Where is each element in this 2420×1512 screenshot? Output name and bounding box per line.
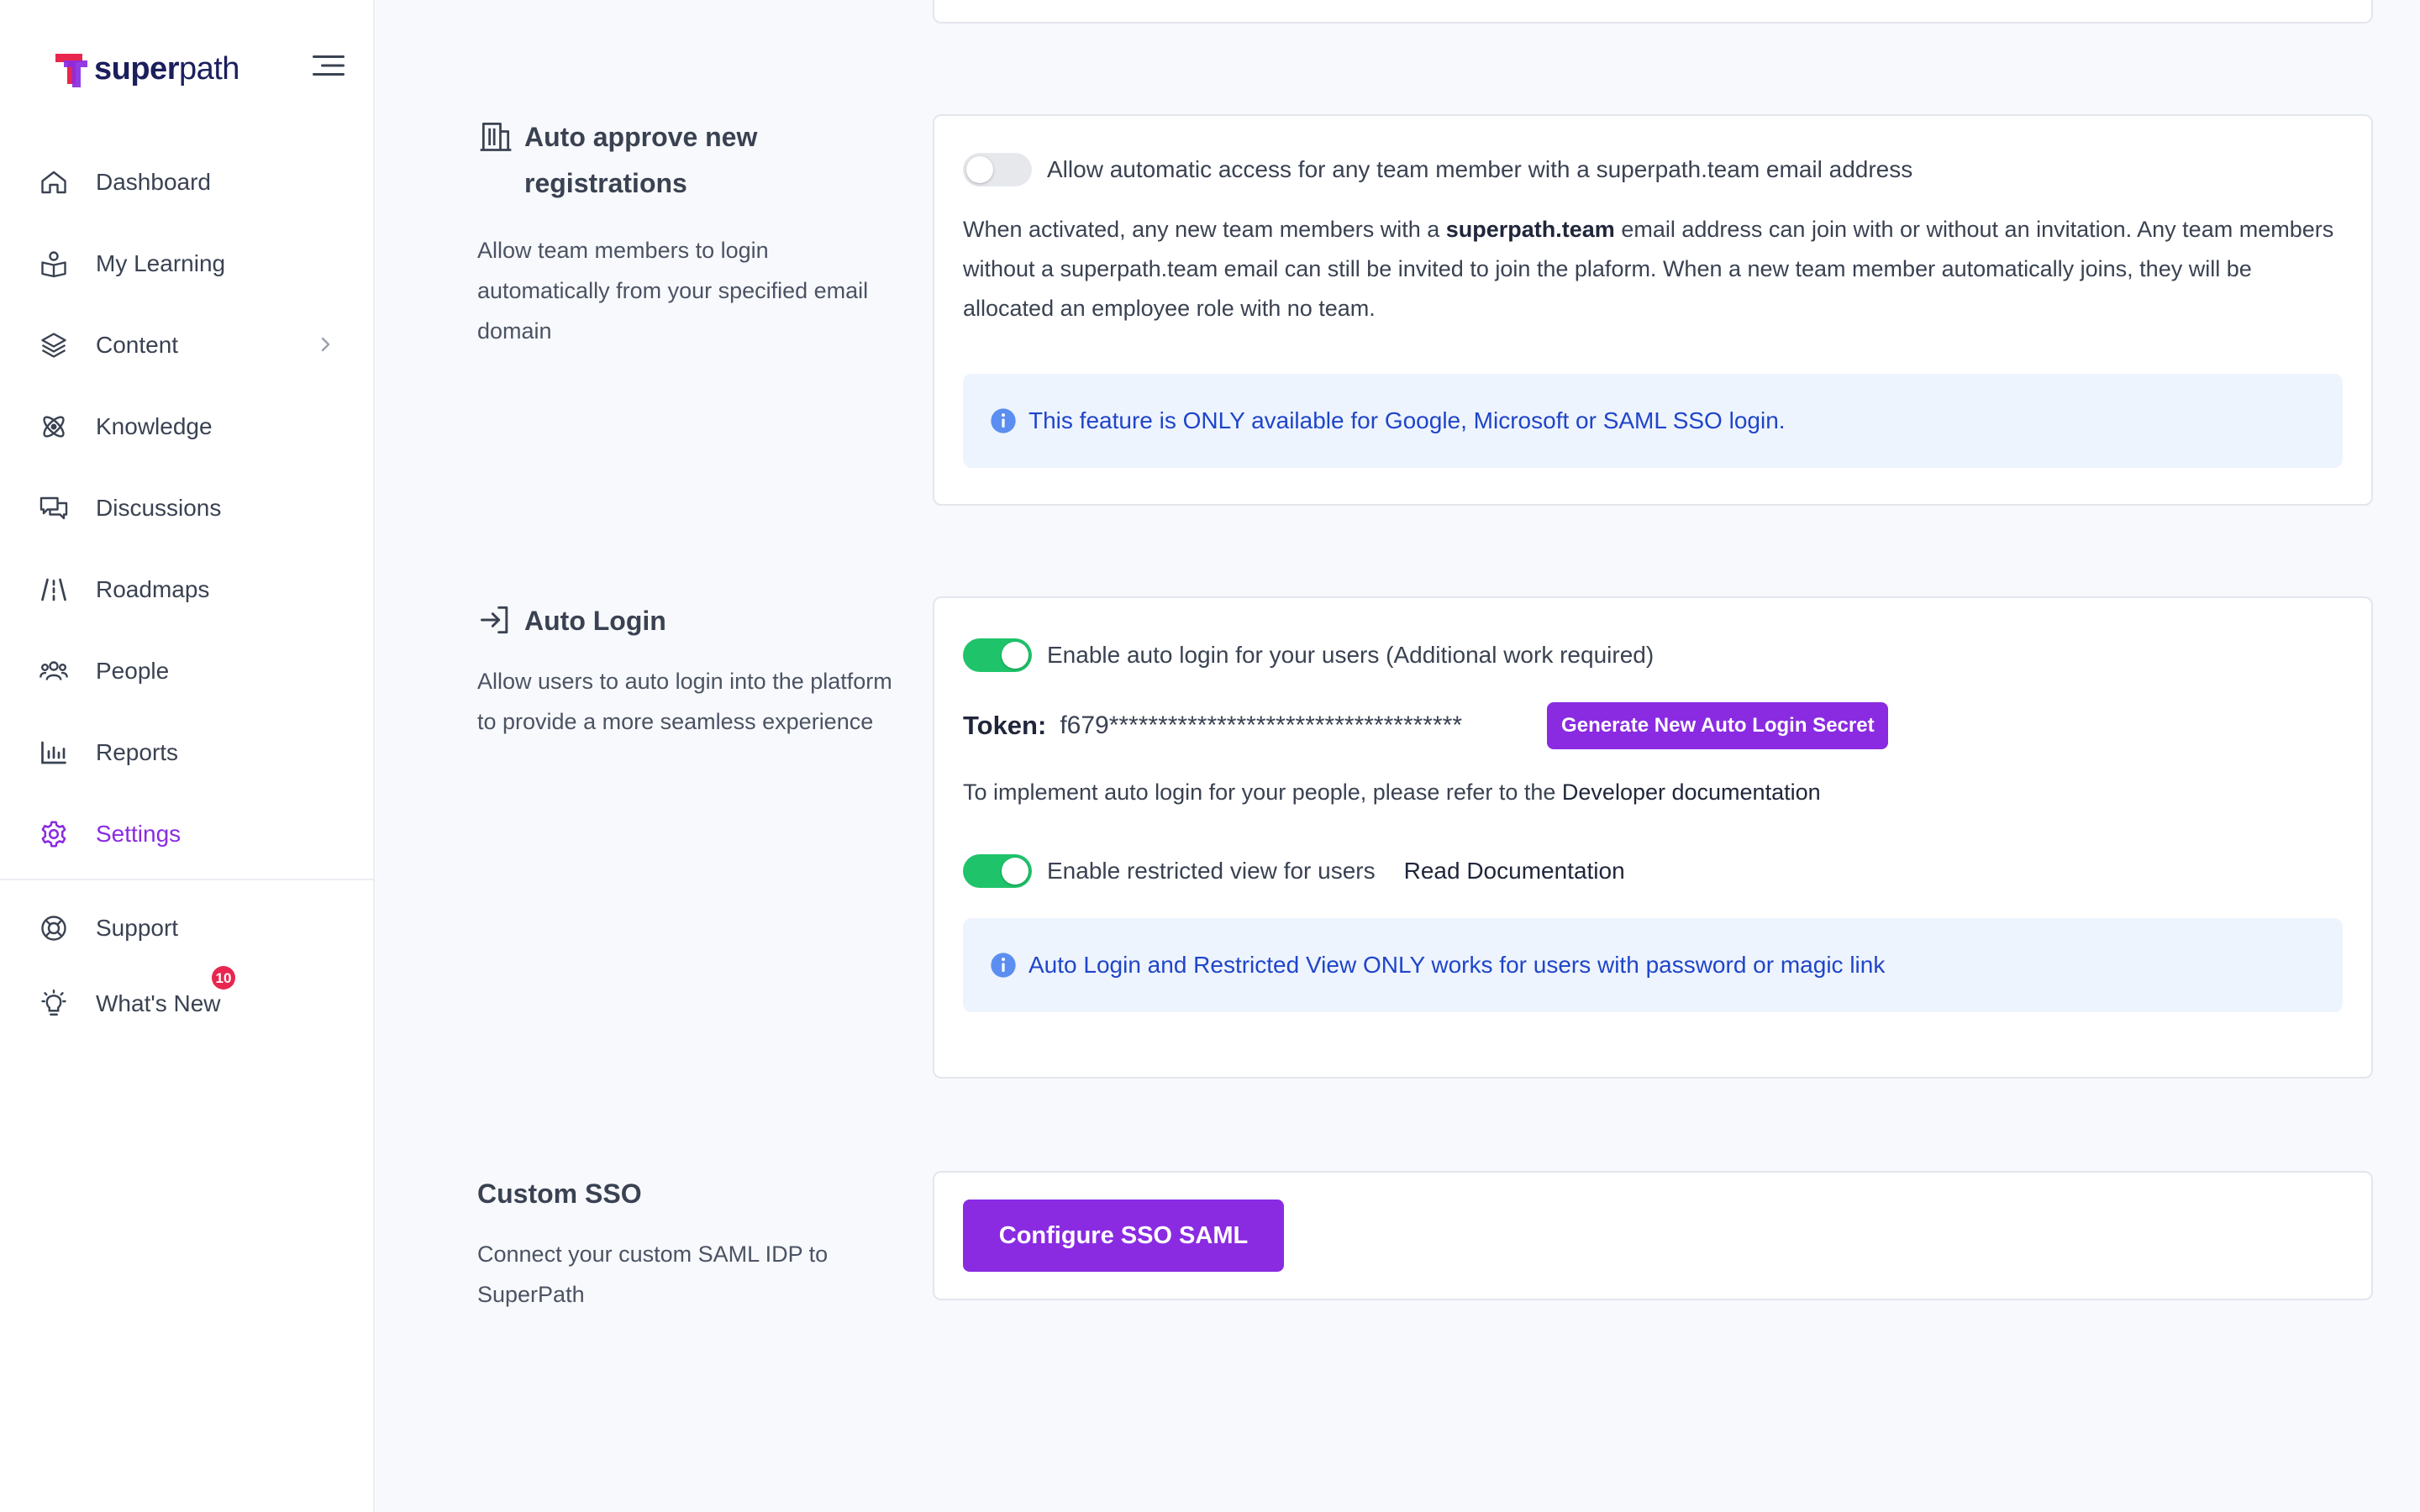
auto-approve-description: Allow team members to login automaticall…: [477, 238, 869, 344]
configure-sso-button[interactable]: Configure SSO SAML: [963, 1200, 1284, 1272]
sidebar-item-label: Discussions: [96, 494, 222, 521]
toggle-knob: [1002, 858, 1028, 885]
login-icon: [481, 606, 508, 634]
auto-approve-explanation: When activated, any new team members wit…: [963, 217, 2334, 321]
sidebar-item-label: Settings: [96, 820, 182, 847]
sidebar-item-label: Dashboard: [96, 168, 211, 195]
road-icon: [37, 573, 71, 606]
auto-approve-card: Allow automatic access for any team memb…: [933, 114, 2373, 506]
chevron-right-icon: [321, 337, 330, 352]
sidebar-item-label: Roadmaps: [96, 575, 210, 602]
sidebar-item-label: What's New: [96, 990, 221, 1016]
lightbulb-icon: [37, 987, 71, 1021]
sidebar-item-label: Reports: [96, 738, 179, 765]
sidebar-item-people[interactable]: People: [0, 630, 373, 711]
sidebar-divider: [0, 879, 373, 880]
custom-sso-card: Configure SSO SAML: [933, 1171, 2373, 1300]
sidebar-item-whats-new[interactable]: What's New 10: [0, 966, 373, 1042]
lifebuoy-icon: [37, 911, 71, 945]
sidebar-item-discussions[interactable]: Discussions: [0, 467, 373, 549]
info-icon: [991, 408, 1016, 433]
auto-approve-toggle-label: Allow automatic access for any team memb…: [1047, 156, 1913, 182]
atom-icon: [37, 410, 71, 444]
custom-sso-section-label: Custom SSO Connect your custom SAML IDP …: [477, 1171, 881, 1315]
brand-name: superpath: [94, 51, 239, 87]
auto-login-description: Allow users to auto login into the platf…: [477, 669, 892, 734]
generate-secret-button[interactable]: Generate New Auto Login Secret: [1547, 702, 1889, 749]
developer-docs-link[interactable]: Developer documentation: [1562, 780, 1821, 805]
info-icon: [991, 953, 1016, 978]
sidebar-secondary-nav: Support What's New 10: [0, 890, 373, 1042]
sidebar-item-label: Knowledge: [96, 412, 213, 439]
superpath-logo-icon: [55, 54, 87, 87]
auto-login-info-banner: Auto Login and Restricted View ONLY work…: [963, 918, 2343, 1012]
restricted-view-row: Enable restricted view for users Read Do…: [963, 854, 2343, 888]
sso-only-info-text: This feature is ONLY available for Googl…: [1028, 407, 1786, 433]
bar-chart-icon: [37, 736, 71, 769]
previous-settings-card: [933, 0, 2373, 24]
sidebar-item-content[interactable]: Content: [0, 304, 373, 386]
notification-badge: 10: [212, 966, 235, 990]
learning-icon: [37, 247, 71, 281]
auto-login-card: Enable auto login for your users (Additi…: [933, 596, 2373, 1079]
auto-login-info-text: Auto Login and Restricted View ONLY work…: [1028, 952, 1886, 978]
auto-login-toggle-label: Enable auto login for your users (Additi…: [1047, 642, 1655, 668]
layers-icon: [37, 328, 71, 362]
token-value: f679************************************: [1060, 711, 1462, 739]
auto-login-toggle[interactable]: [963, 638, 1032, 672]
sidebar-item-my-learning[interactable]: My Learning: [0, 223, 373, 304]
menu-toggle-icon[interactable]: [313, 52, 346, 79]
sidebar-nav: Dashboard My Learning Content Knowledge: [0, 141, 373, 874]
sidebar-item-dashboard[interactable]: Dashboard: [0, 141, 373, 223]
auto-login-toggle-row: Enable auto login for your users (Additi…: [963, 638, 2343, 672]
implement-instructions: To implement auto login for your people,…: [963, 780, 1821, 805]
brand-logo[interactable]: superpath: [52, 47, 239, 91]
custom-sso-title: Custom SSO: [477, 1179, 642, 1209]
custom-sso-description: Connect your custom SAML IDP to SuperPat…: [477, 1242, 829, 1307]
restricted-view-toggle[interactable]: [963, 854, 1032, 888]
restricted-view-label: Enable restricted view for users: [1047, 858, 1376, 884]
auto-approve-toggle-row: Allow automatic access for any team memb…: [963, 153, 2343, 186]
sidebar-item-label: People: [96, 657, 170, 684]
auto-approve-title: Auto approve new registrations: [477, 114, 897, 207]
sidebar: superpath Dashboard My Learning Content: [0, 0, 375, 1512]
building-icon: [480, 122, 512, 151]
sidebar-item-roadmaps[interactable]: Roadmaps: [0, 549, 373, 630]
sidebar-item-label: Content: [96, 331, 179, 358]
sso-only-info-banner: This feature is ONLY available for Googl…: [963, 374, 2343, 468]
read-documentation-link[interactable]: Read Documentation: [1404, 858, 1625, 885]
auto-login-section-label: Auto Login Allow users to auto login int…: [477, 598, 897, 742]
home-icon: [37, 165, 71, 199]
sidebar-item-label: Support: [96, 915, 179, 941]
token-label: Token:: [963, 711, 1047, 740]
token-row: Token: f679*****************************…: [963, 702, 2343, 749]
gear-icon: [37, 817, 71, 851]
sidebar-item-reports[interactable]: Reports: [0, 711, 373, 793]
sidebar-item-settings[interactable]: Settings: [0, 793, 373, 874]
auto-approve-toggle[interactable]: [963, 153, 1032, 186]
people-icon: [37, 654, 71, 688]
auto-login-title: Auto Login: [477, 598, 897, 644]
auto-approve-section-label: Auto approve new registrations Allow team…: [477, 114, 897, 351]
sidebar-item-knowledge[interactable]: Knowledge: [0, 386, 373, 467]
chat-bubbles-icon: [37, 491, 71, 525]
sidebar-item-support[interactable]: Support: [0, 890, 373, 966]
toggle-knob: [1002, 642, 1028, 669]
sidebar-item-label: My Learning: [96, 249, 226, 276]
toggle-knob: [966, 156, 993, 183]
